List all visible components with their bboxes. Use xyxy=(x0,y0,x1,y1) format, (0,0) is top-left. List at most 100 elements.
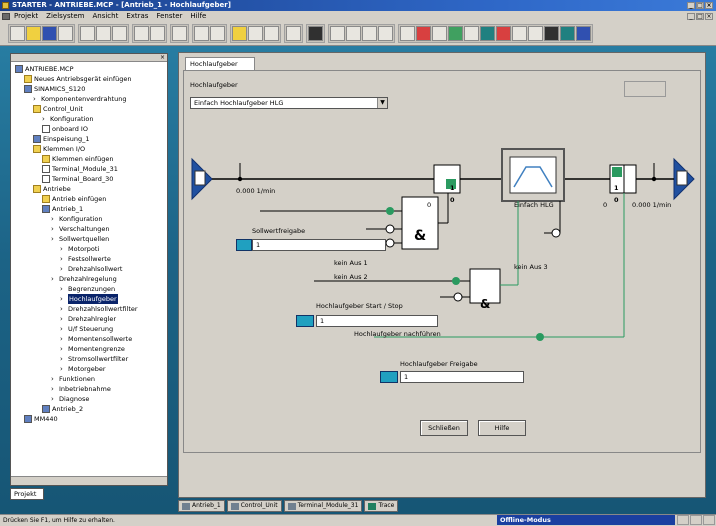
menu-extras[interactable]: Extras xyxy=(126,11,148,22)
tree-item[interactable]: › Drehzahlsollwertfilter xyxy=(60,304,138,314)
delete-icon[interactable] xyxy=(194,26,209,41)
tree-item[interactable]: › Diagnose xyxy=(51,394,89,404)
tree-item[interactable]: Antrieb_2 xyxy=(42,404,83,414)
menu-ansicht[interactable]: Ansicht xyxy=(92,11,118,22)
maximize-button[interactable]: □ xyxy=(696,2,704,9)
tree-item[interactable]: › Komponentenverdrahtung xyxy=(33,94,126,104)
tree-item[interactable]: › Festsollwerte xyxy=(60,254,111,264)
tree-item[interactable]: Antrieb einfügen xyxy=(42,194,106,204)
tree-horizontal-scrollbar[interactable] xyxy=(11,476,167,485)
save-icon[interactable] xyxy=(42,26,57,41)
project-tab[interactable]: Projekt xyxy=(10,488,44,500)
menu-hilfe[interactable]: Hilfe xyxy=(190,11,206,22)
tree-item[interactable]: MM440 xyxy=(24,414,58,424)
input-connector-icon[interactable] xyxy=(194,170,206,186)
tree-item[interactable]: › Hochlaufgeber xyxy=(60,294,118,304)
device-2-icon[interactable] xyxy=(346,26,361,41)
properties-icon[interactable] xyxy=(210,26,225,41)
tree-item[interactable]: SINAMICS_S120 xyxy=(24,84,85,94)
monitor-icon[interactable] xyxy=(308,26,323,41)
menu-fenster[interactable]: Fenster xyxy=(156,11,182,22)
document-icon[interactable] xyxy=(2,13,10,20)
tree-item[interactable]: Klemmen einfügen xyxy=(42,154,114,164)
copy-icon[interactable] xyxy=(96,26,111,41)
close-button[interactable]: × xyxy=(705,2,713,9)
tree-item[interactable]: › Drehzahlsollwert xyxy=(60,264,123,274)
tree-item[interactable]: › Funktionen xyxy=(51,374,95,384)
paste-icon[interactable] xyxy=(112,26,127,41)
tree-item[interactable]: › Verschaltungen xyxy=(51,224,110,234)
tree-item[interactable]: › Sollwertquellen xyxy=(51,234,109,244)
tree-item[interactable]: Neues Antriebsgerät einfügen xyxy=(24,74,132,84)
tree-item[interactable]: › Motorgeber xyxy=(60,364,106,374)
hlg-start-field[interactable]: 1 xyxy=(316,315,438,327)
help-pointer-icon[interactable] xyxy=(172,26,187,41)
drive-10-icon[interactable] xyxy=(560,26,575,41)
doc-close-button[interactable]: × xyxy=(705,13,713,20)
help-button[interactable]: Hilfe xyxy=(478,420,526,436)
tree-item[interactable]: › Stromsollwertfilter xyxy=(60,354,128,364)
tree-item[interactable]: ANTRIEBE.MCP xyxy=(15,64,74,74)
tree-item[interactable]: › Konfiguration xyxy=(42,114,93,124)
tree-item[interactable]: › Drehzahlregelung xyxy=(51,274,117,284)
redo-icon[interactable] xyxy=(150,26,165,41)
tree-item[interactable]: › Motorpoti xyxy=(60,244,99,254)
tree-item[interactable]: onboard IO xyxy=(42,124,88,134)
device-1-icon[interactable] xyxy=(330,26,345,41)
compile-icon[interactable] xyxy=(286,26,301,41)
tree-item[interactable]: Antrieb_1 xyxy=(42,204,83,214)
drive-3-icon[interactable] xyxy=(448,26,463,41)
tree-item[interactable]: Einspeisung_1 xyxy=(33,134,90,144)
window-tab-trace[interactable]: Trace xyxy=(364,500,399,512)
device-4-icon[interactable] xyxy=(378,26,393,41)
tree-item[interactable]: Control_Unit xyxy=(33,104,83,114)
tree-item[interactable]: › U/f Steuerung xyxy=(60,324,113,334)
tree-item[interactable]: Terminal_Module_31 xyxy=(42,164,118,174)
drive-7-icon[interactable] xyxy=(512,26,527,41)
drive-1-icon[interactable] xyxy=(400,26,415,41)
tree-item[interactable]: › Drehzahlregler xyxy=(60,314,116,324)
new-icon[interactable] xyxy=(10,26,25,41)
stop-icon[interactable] xyxy=(416,26,431,41)
sollwertfreigabe-connector-icon[interactable] xyxy=(236,239,252,251)
doc-minimize-button[interactable]: _ xyxy=(687,13,695,20)
window-tab-control-unit[interactable]: Control_Unit xyxy=(226,500,282,512)
doc-maximize-button[interactable]: □ xyxy=(696,13,704,20)
drive-5-icon[interactable] xyxy=(480,26,495,41)
open-icon[interactable] xyxy=(26,26,41,41)
tab-hochlaufgeber[interactable]: Hochlaufgeber xyxy=(185,57,255,70)
hlg-start-connector-icon[interactable] xyxy=(296,315,314,327)
drive-2-icon[interactable] xyxy=(432,26,447,41)
cut-icon[interactable] xyxy=(80,26,95,41)
drive-8-icon[interactable] xyxy=(528,26,543,41)
menu-zielsystem[interactable]: Zielsystem xyxy=(46,11,84,22)
hlg-freigabe-field[interactable]: 1 xyxy=(400,371,524,383)
load-to-pg-icon[interactable] xyxy=(248,26,263,41)
drive-9-icon[interactable] xyxy=(544,26,559,41)
menu-projekt[interactable]: Projekt xyxy=(14,11,38,22)
tree-item[interactable]: › Momentensollwerte xyxy=(60,334,132,344)
tree-item[interactable]: Terminal_Board_30 xyxy=(42,174,113,184)
drive-4-icon[interactable] xyxy=(464,26,479,41)
tree-item[interactable]: Antriebe xyxy=(33,184,71,194)
load-to-target-icon[interactable] xyxy=(264,26,279,41)
tree-item[interactable]: › Inbetriebnahme xyxy=(51,384,111,394)
tree-close-icon[interactable]: × xyxy=(160,54,165,61)
minimize-button[interactable]: _ xyxy=(687,2,695,9)
window-tab-terminal-module[interactable]: Terminal_Module_31 xyxy=(283,500,363,512)
sollwertfreigabe-field[interactable]: 1 xyxy=(252,239,386,251)
undo-icon[interactable] xyxy=(134,26,149,41)
tree-item[interactable]: Klemmen I/O xyxy=(33,144,85,154)
connect-icon[interactable] xyxy=(232,26,247,41)
hlg-freigabe-connector-icon[interactable] xyxy=(380,371,398,383)
drive-6-icon[interactable] xyxy=(496,26,511,41)
window-tab-antrieb-1[interactable]: Antrieb_1 xyxy=(178,500,225,512)
tree-item[interactable]: › Begrenzungen xyxy=(60,284,115,294)
close-dialog-button[interactable]: Schließen xyxy=(420,420,468,436)
output-connector-icon[interactable] xyxy=(676,170,688,186)
drive-11-icon[interactable] xyxy=(576,26,591,41)
device-3-icon[interactable] xyxy=(362,26,377,41)
tree-item[interactable]: › Konfiguration xyxy=(51,214,102,224)
tree-item[interactable]: › Momentengrenze xyxy=(60,344,125,354)
print-icon[interactable] xyxy=(58,26,73,41)
